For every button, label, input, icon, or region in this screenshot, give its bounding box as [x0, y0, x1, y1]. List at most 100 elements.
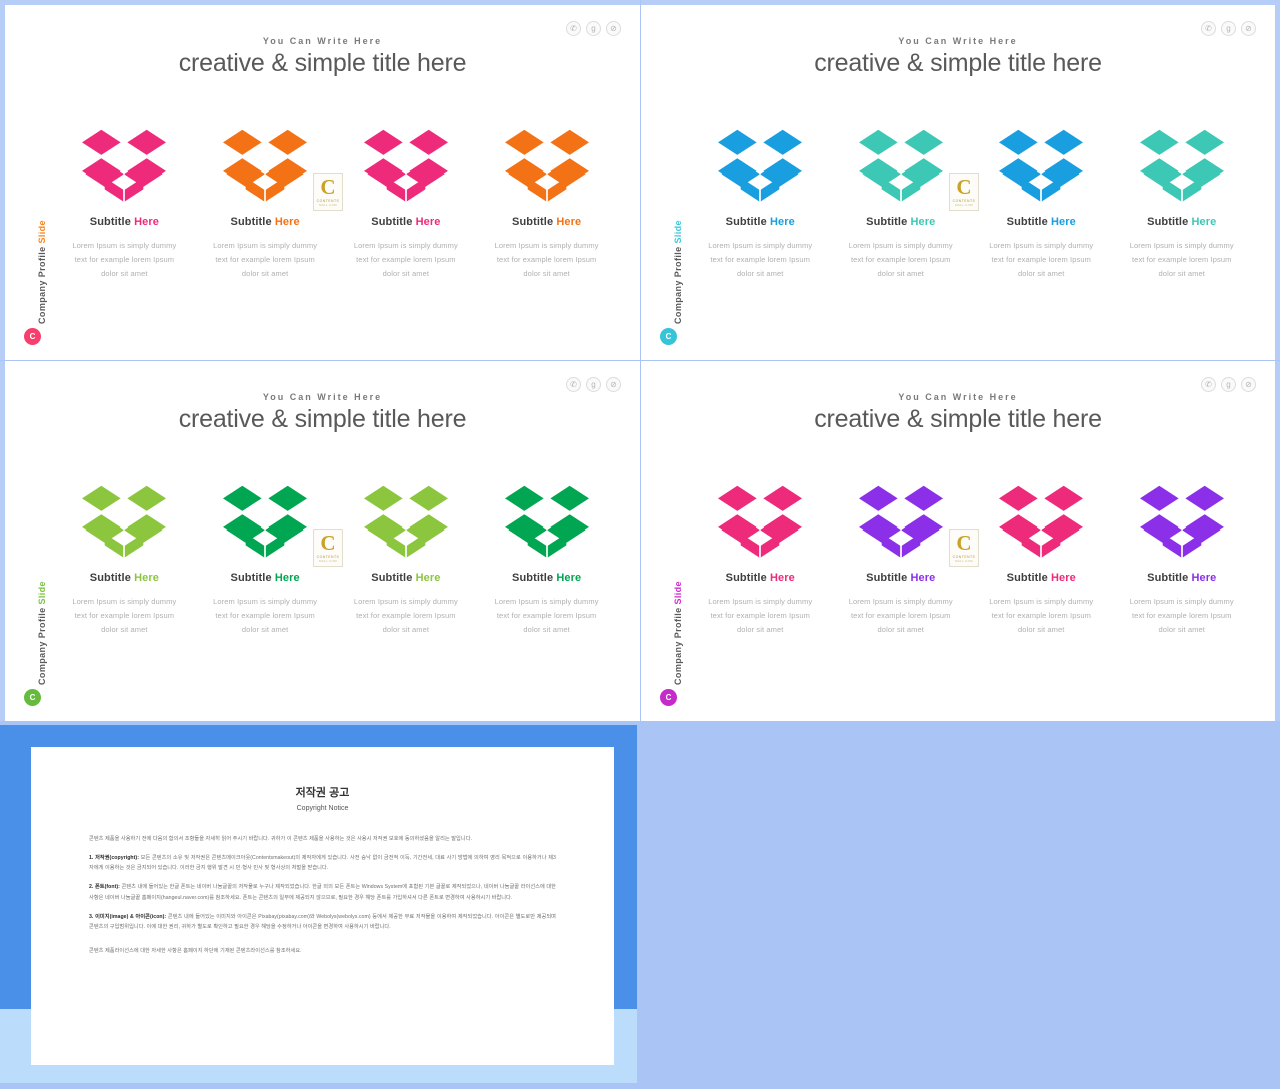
- feature-description-line: text for example lorem Ipsum: [74, 610, 175, 620]
- feature-description: Lorem Ipsum is simply dummy text for exam…: [1112, 595, 1253, 637]
- sidebar-label-main: Company Profile: [37, 243, 47, 324]
- share-icon[interactable]: ⊘: [606, 377, 621, 392]
- google-plus-glyph: g: [1226, 379, 1231, 389]
- share-icon[interactable]: ⊘: [1241, 21, 1256, 36]
- feature-description-line: text for example lorem Ipsum: [991, 610, 1091, 620]
- copyright-title-ko: 저작권 공고: [295, 787, 350, 799]
- google-plus-glyph: g: [1226, 23, 1231, 33]
- open-box-icon: [718, 129, 803, 202]
- feature-description-line: text for example lorem Ipsum: [710, 610, 810, 620]
- feature-subtitle: Subtitle Here: [1112, 216, 1253, 228]
- feature-description-line: text for example lorem Ipsum: [850, 254, 951, 264]
- slide-bottom-right[interactable]: ✆ g ⊘ You Can Write Here creative & simp…: [641, 361, 1280, 721]
- feature-column: Subtitle Here Lorem Ipsum is simply dummy…: [54, 128, 195, 281]
- feature-description-line: text for example lorem Ipsum: [1131, 254, 1232, 264]
- google-plus-glyph: g: [591, 23, 596, 33]
- feature-description-line: Lorem Ipsum is simply dummy: [1129, 241, 1234, 250]
- slide-bottom-right-inner: ✆ g ⊘ You Can Write Here creative & simp…: [646, 366, 1270, 716]
- sidebar: Company Profile Slide C: [20, 10, 50, 355]
- google-plus-icon[interactable]: g: [586, 21, 601, 36]
- feature-column: Subtitle Here Lorem Ipsum is simply dummy…: [690, 484, 831, 637]
- open-box-icon: [1139, 129, 1224, 202]
- google-plus-icon[interactable]: g: [1221, 21, 1236, 36]
- whatsapp-icon[interactable]: ✆: [1201, 21, 1216, 36]
- whatsapp-glyph: ✆: [570, 23, 577, 33]
- share-icons-group[interactable]: ✆ g ⊘: [566, 21, 621, 36]
- feature-subtitle: Subtitle Here: [690, 572, 831, 584]
- feature-subtitle: Subtitle Here: [831, 572, 972, 584]
- watermark-line2: MALL.COM: [319, 559, 337, 564]
- slide-top-right-inner: ✆ g ⊘ You Can Write Here creative & simp…: [646, 10, 1270, 355]
- slide-top-left[interactable]: ✆ g ⊘ You Can Write Here creative & simp…: [0, 0, 640, 360]
- feature-subtitle-main: Subtitle: [725, 216, 770, 228]
- slide-top-right[interactable]: ✆ g ⊘ You Can Write Here creative & simp…: [641, 0, 1280, 360]
- copyright-paragraph: 3. 이미지(image) & 아이콘(icon): 콘텐츠 내에 들어있는 이…: [89, 913, 556, 930]
- feature-subtitle-accent: Here: [415, 216, 441, 228]
- google-plus-icon[interactable]: g: [586, 377, 601, 392]
- feature-subtitle-main: Subtitle: [371, 572, 416, 584]
- watermark-line2: MALL.COM: [955, 203, 973, 208]
- open-box-icon: [999, 129, 1084, 202]
- feature-description: Lorem Ipsum is simply dummy text for exam…: [690, 595, 831, 637]
- sidebar-badge[interactable]: C: [660, 689, 677, 706]
- feature-description-line: dolor sit amet: [1158, 624, 1205, 634]
- feature-description: Lorem Ipsum is simply dummy text for exam…: [54, 595, 195, 637]
- copyright-paragraph-heading: 3. 이미지(image) & 아이콘(icon):: [89, 913, 167, 920]
- watermark-line2: MALL.COM: [319, 203, 337, 208]
- feature-column: Subtitle Here Lorem Ipsum is simply dummy…: [336, 128, 477, 281]
- feature-subtitle-accent: Here: [769, 216, 795, 228]
- feature-description: Lorem Ipsum is simply dummy text for exam…: [476, 595, 617, 637]
- feature-subtitle: Subtitle Here: [971, 216, 1112, 228]
- feature-description-line: dolor sit amet: [523, 624, 570, 634]
- copyright-title-en: Copyright Notice: [296, 805, 349, 812]
- feature-subtitle-main: Subtitle: [1147, 216, 1192, 228]
- whatsapp-icon[interactable]: ✆: [1201, 377, 1216, 392]
- feature-subtitle-main: Subtitle: [866, 216, 911, 228]
- feature-description-line: text for example lorem Ipsum: [496, 610, 597, 620]
- feature-description: Lorem Ipsum is simply dummy text for exam…: [690, 239, 831, 281]
- feature-description-line: dolor sit amet: [737, 268, 784, 278]
- feature-description-line: Lorem Ipsum is simply dummy: [708, 241, 813, 250]
- open-box-icon: [858, 129, 943, 202]
- slide-copyright-notice[interactable]: 저작권 공고 Copyright Notice 콘텐츠 제품을 사용하기 전에 …: [0, 725, 637, 1083]
- feature-description-line: Lorem Ipsum is simply dummy: [72, 597, 177, 606]
- feature-subtitle-main: Subtitle: [371, 216, 416, 228]
- share-icons-group[interactable]: ✆ g ⊘: [1201, 377, 1256, 392]
- feature-subtitle: Subtitle Here: [971, 572, 1112, 584]
- sidebar: Company Profile Slide C: [656, 10, 686, 355]
- feature-subtitle-accent: Here: [1191, 572, 1217, 584]
- sidebar-badge[interactable]: C: [24, 689, 41, 706]
- share-icon[interactable]: ⊘: [1241, 377, 1256, 392]
- watermark-line2: MALL.COM: [955, 559, 973, 564]
- whatsapp-icon[interactable]: ✆: [566, 377, 581, 392]
- feature-subtitle-accent: Here: [134, 216, 159, 228]
- slide-top-left-inner: ✆ g ⊘ You Can Write Here creative & simp…: [10, 10, 635, 355]
- copyright-paragraph-heading: 1. 저작권(copyright):: [89, 855, 139, 862]
- slide-bottom-left-inner: ✆ g ⊘ You Can Write Here creative & simp…: [10, 366, 635, 716]
- feature-description-line: text for example lorem Ipsum: [1131, 610, 1232, 620]
- feature-description-line: Lorem Ipsum is simply dummy: [1129, 597, 1234, 606]
- feature-description: Lorem Ipsum is simply dummy text for exam…: [476, 239, 617, 281]
- copyright-paragraph: 2. 폰트(font): 콘텐츠 내에 들어있는 한글 폰트는 네이버 나눔글꼴…: [89, 884, 556, 901]
- slide-bottom-left[interactable]: ✆ g ⊘ You Can Write Here creative & simp…: [0, 361, 640, 721]
- share-icons-group[interactable]: ✆ g ⊘: [566, 377, 621, 392]
- feature-description-line: dolor sit amet: [877, 624, 924, 634]
- feature-description: Lorem Ipsum is simply dummy text for exam…: [831, 595, 972, 637]
- feature-subtitle: Subtitle Here: [831, 216, 972, 228]
- feature-subtitle-accent: Here: [274, 216, 300, 228]
- share-icons-group[interactable]: ✆ g ⊘: [1201, 21, 1256, 36]
- share-icon[interactable]: ⊘: [606, 21, 621, 36]
- whatsapp-icon[interactable]: ✆: [566, 21, 581, 36]
- sidebar-badge[interactable]: C: [24, 328, 41, 345]
- slide-title: creative & simple title here: [178, 49, 467, 77]
- watermark-logo: C CONTENTS MALL.COM: [949, 173, 979, 211]
- google-plus-icon[interactable]: g: [1221, 377, 1236, 392]
- feature-column: Subtitle Here Lorem Ipsum is simply dummy…: [1112, 484, 1253, 637]
- sidebar-badge[interactable]: C: [660, 328, 677, 345]
- open-box-icon: [363, 485, 448, 558]
- slide-title: creative & simple title here: [178, 405, 467, 433]
- share-glyph: ⊘: [610, 23, 617, 33]
- feature-column: Subtitle Here Lorem Ipsum is simply dummy…: [971, 484, 1112, 637]
- open-box-icon: [363, 129, 448, 202]
- feature-subtitle-main: Subtitle: [725, 572, 770, 584]
